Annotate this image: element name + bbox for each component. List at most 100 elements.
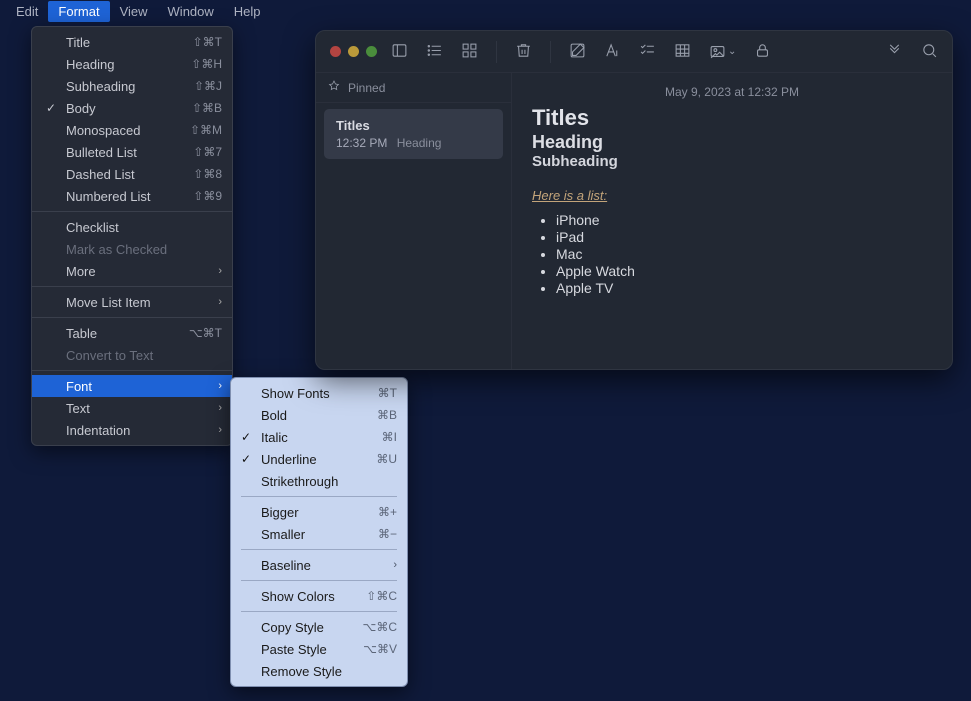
menu-item-title[interactable]: Title⇧⌘T: [32, 31, 232, 53]
menu-item-label: Show Fonts: [261, 386, 330, 401]
font-submenu[interactable]: Show Fonts⌘TBold⌘B✓Italic⌘I✓Underline⌘US…: [230, 377, 408, 687]
traffic-lights[interactable]: [330, 46, 377, 57]
shortcut-label: ⌘U: [376, 452, 397, 466]
menu-item-dashed-list[interactable]: Dashed List⇧⌘8: [32, 163, 232, 185]
menu-item-label: Baseline: [261, 558, 311, 573]
menu-item-table[interactable]: Table⌥⌘T: [32, 322, 232, 344]
menu-item-strikethrough[interactable]: Strikethrough: [231, 470, 407, 492]
shortcut-label: ⇧⌘H: [191, 57, 222, 71]
menu-item-label: More: [66, 264, 96, 279]
minimize-icon[interactable]: [348, 46, 359, 57]
shortcut-label: ⌘−: [378, 527, 397, 541]
note-h1: Titles: [532, 105, 932, 131]
notes-window: ⌄ Pinned Titles 12:32 PM Heading May 9, …: [315, 30, 953, 370]
check-icon: ✓: [46, 101, 56, 115]
list-item: iPad: [556, 229, 932, 245]
menu-item-font[interactable]: Font›: [32, 375, 232, 397]
menu-item-label: Bulleted List: [66, 145, 137, 160]
menu-item-label: Underline: [261, 452, 317, 467]
list-item: Mac: [556, 246, 932, 262]
menu-item-bulleted-list[interactable]: Bulleted List ⇧⌘7: [32, 141, 232, 163]
menu-item-numbered-list[interactable]: Numbered List⇧⌘9: [32, 185, 232, 207]
check-icon: ✓: [241, 430, 251, 444]
menu-item-label: Mark as Checked: [66, 242, 167, 257]
trash-icon[interactable]: [515, 42, 532, 62]
menu-item-show-fonts[interactable]: Show Fonts ⌘T: [231, 382, 407, 404]
menu-item-show-colors[interactable]: Show Colors⇧⌘C: [231, 585, 407, 607]
menu-item-convert-to-text: Convert to Text: [32, 344, 232, 366]
note-h2: Heading: [532, 132, 932, 153]
sidebar-toggle-icon[interactable]: [391, 42, 408, 62]
menu-item-label: Move List Item: [66, 295, 151, 310]
menu-item-label: Show Colors: [261, 589, 335, 604]
menu-view[interactable]: View: [110, 1, 158, 22]
note-card-title: Titles: [336, 118, 491, 133]
menu-item-label: Text: [66, 401, 90, 416]
grid-view-icon[interactable]: [461, 42, 478, 62]
close-icon[interactable]: [330, 46, 341, 57]
search-icon[interactable]: [921, 42, 938, 62]
format-menu[interactable]: Title⇧⌘T Heading ⇧⌘H Subheading⇧⌘J ✓ Body ⇧⌘B M…: [31, 26, 233, 446]
list-view-icon[interactable]: [426, 42, 443, 62]
lock-icon[interactable]: [754, 42, 771, 62]
menu-item-label: Subheading: [66, 79, 135, 94]
menu-edit[interactable]: Edit: [6, 1, 48, 22]
checklist-icon[interactable]: [639, 42, 656, 62]
shortcut-label: ⇧⌘7: [193, 145, 222, 159]
menu-item-indentation[interactable]: Indentation›: [32, 419, 232, 441]
note-date: May 9, 2023 at 12:32 PM: [532, 85, 932, 99]
note-h3: Subheading: [532, 153, 932, 170]
menu-item-bigger[interactable]: Bigger⌘+: [231, 501, 407, 523]
note-editor[interactable]: May 9, 2023 at 12:32 PM Titles Heading S…: [512, 73, 952, 369]
menu-item-subheading[interactable]: Subheading⇧⌘J: [32, 75, 232, 97]
menu-item-label: Heading: [66, 57, 114, 72]
note-card[interactable]: Titles 12:32 PM Heading: [324, 109, 503, 159]
text-style-icon[interactable]: [604, 42, 621, 62]
menu-item-smaller[interactable]: Smaller ⌘−: [231, 523, 407, 545]
menu-item-more[interactable]: More›: [32, 260, 232, 282]
menu-item-label: Body: [66, 101, 96, 116]
menu-item-baseline[interactable]: Baseline ›: [231, 554, 407, 576]
menu-item-body[interactable]: ✓ Body ⇧⌘B: [32, 97, 232, 119]
note-card-preview: Heading: [397, 136, 442, 150]
pin-icon: [328, 80, 340, 95]
menu-item-bold[interactable]: Bold⌘B: [231, 404, 407, 426]
menu-item-paste-style[interactable]: Paste Style⌥⌘V: [231, 638, 407, 660]
menu-item-checklist[interactable]: Checklist: [32, 216, 232, 238]
menu-window[interactable]: Window: [158, 1, 224, 22]
more-icon[interactable]: [886, 42, 903, 62]
shortcut-label: ⌘T: [378, 386, 397, 400]
shortcut-label: ⌥⌘C: [363, 620, 398, 634]
toolbar-right: ⌄: [569, 42, 771, 62]
menu-item-label: Remove Style: [261, 664, 342, 679]
shortcut-label: ⌘I: [382, 430, 397, 444]
menu-item-label: Bigger: [261, 505, 299, 520]
menu-item-text[interactable]: Text›: [32, 397, 232, 419]
menu-item-heading[interactable]: Heading ⇧⌘H: [32, 53, 232, 75]
table-icon[interactable]: [674, 42, 691, 62]
check-icon: ✓: [241, 452, 251, 466]
list-item: Apple TV: [556, 280, 932, 296]
shortcut-label: ⇧⌘B: [192, 101, 222, 115]
pinned-header: Pinned: [316, 73, 511, 103]
menu-format[interactable]: Format: [48, 1, 109, 22]
menu-item-label: Strikethrough: [261, 474, 338, 489]
menu-item-copy-style[interactable]: Copy Style⌥⌘C: [231, 616, 407, 638]
compose-icon[interactable]: [569, 42, 586, 62]
menu-help[interactable]: Help: [224, 1, 271, 22]
shortcut-label: ⌘B: [377, 408, 397, 422]
menu-item-label: Smaller: [261, 527, 305, 542]
toolbar-end: [886, 42, 938, 62]
media-icon[interactable]: ⌄: [709, 43, 736, 60]
zoom-icon[interactable]: [366, 46, 377, 57]
menu-item-italic[interactable]: ✓Italic⌘I: [231, 426, 407, 448]
note-list: iPhoneiPadMacApple WatchApple TV: [532, 212, 932, 296]
menu-item-label: Title: [66, 35, 90, 50]
menu-item-monospaced[interactable]: Monospaced⇧⌘M: [32, 119, 232, 141]
menu-item-label: Dashed List: [66, 167, 135, 182]
chevron-right-icon: ›: [393, 559, 397, 571]
menu-item-label: Font: [66, 379, 92, 394]
menu-item-remove-style[interactable]: Remove Style: [231, 660, 407, 682]
menu-item-underline[interactable]: ✓ Underline ⌘U: [231, 448, 407, 470]
menu-item-move-list-item[interactable]: Move List Item›: [32, 291, 232, 313]
